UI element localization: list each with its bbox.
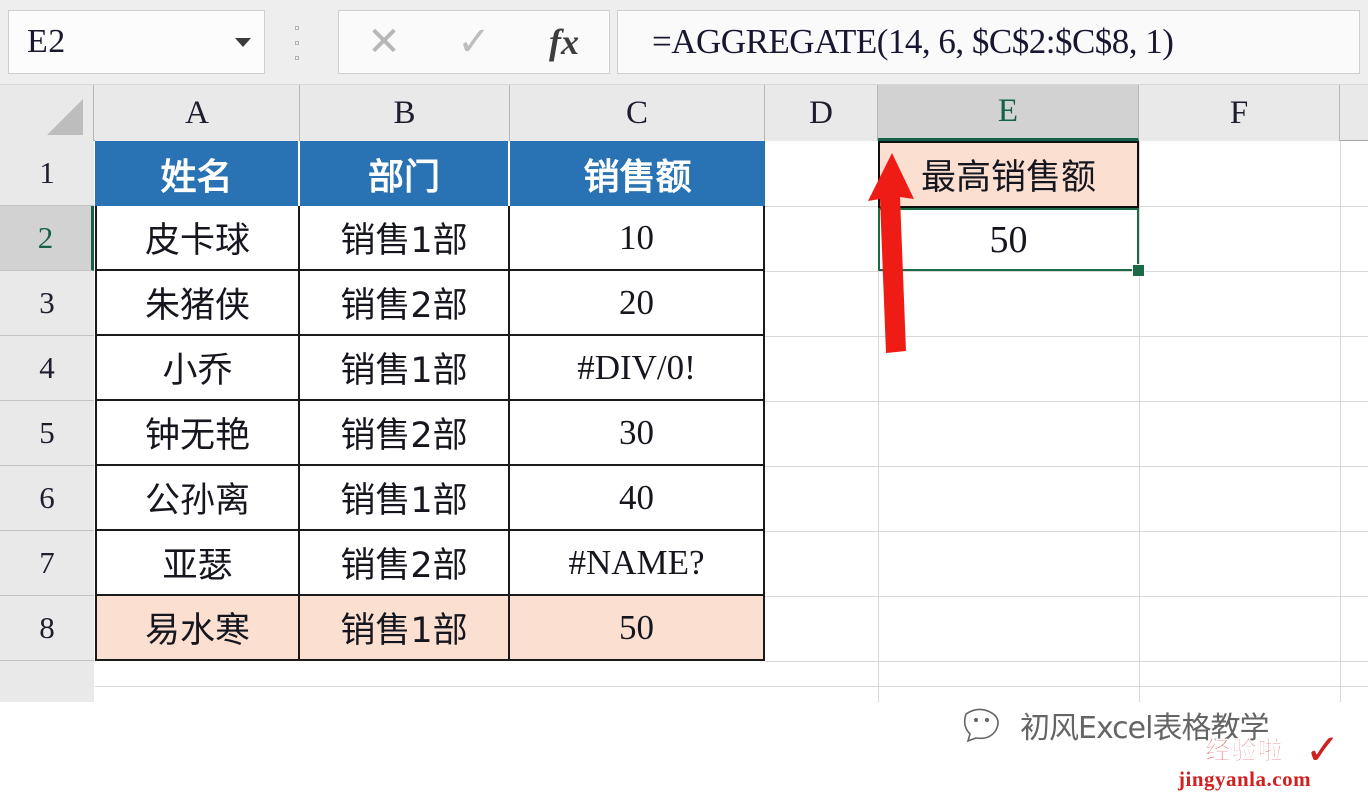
formula-input[interactable]: =AGGREGATE(14, 6, $C$2:$C$8, 1) xyxy=(617,10,1360,74)
table-row[interactable]: 皮卡球 xyxy=(95,206,300,271)
table-row[interactable]: 易水寒 xyxy=(95,596,300,661)
table-row[interactable]: 30 xyxy=(510,401,765,466)
table-row[interactable]: 20 xyxy=(510,271,765,336)
spreadsheet-grid[interactable]: A B C D E F 1 2 3 4 5 6 7 8 姓名 部门 销售额 皮卡… xyxy=(0,85,1368,791)
column-header-e[interactable]: E xyxy=(878,85,1139,141)
column-header-f[interactable]: F xyxy=(1139,85,1340,141)
column-header-d[interactable]: D xyxy=(765,85,878,141)
table-row[interactable]: 公孙离 xyxy=(95,466,300,531)
red-check-icon: ✓ xyxy=(1305,725,1341,774)
row-header-9[interactable] xyxy=(0,661,94,702)
column-header-a[interactable]: A xyxy=(95,85,300,141)
gridline xyxy=(1139,141,1140,702)
row-header-6[interactable]: 6 xyxy=(0,466,94,531)
grip-dot xyxy=(295,26,299,30)
table-header-sales[interactable]: 销售额 xyxy=(510,141,765,206)
name-box[interactable]: E2 xyxy=(8,10,265,74)
table-row[interactable]: #NAME? xyxy=(510,531,765,596)
watermark-site-cn: 经验啦 xyxy=(1205,736,1284,766)
watermark-site-url: jingyanla.com xyxy=(1178,767,1312,791)
gridline xyxy=(765,661,1368,662)
table-row[interactable]: 10 xyxy=(510,206,765,271)
table-row[interactable]: 销售2部 xyxy=(300,271,510,336)
red-up-arrow-icon xyxy=(868,153,914,353)
row-header-1[interactable]: 1 xyxy=(0,141,94,206)
formula-bar-grip-handle[interactable] xyxy=(292,26,302,60)
column-header-c[interactable]: C xyxy=(510,85,765,141)
row-header-5[interactable]: 5 xyxy=(0,401,94,466)
wechat-smiley-icon xyxy=(963,708,999,743)
formula-bar-strip: E2 ✕ ✓ fx =AGGREGATE(14, 6, $C$2:$C$8, 1… xyxy=(0,0,1368,85)
cancel-x-icon[interactable]: ✕ xyxy=(339,11,429,73)
table-row[interactable]: 销售1部 xyxy=(300,206,510,271)
column-header-b[interactable]: B xyxy=(300,85,510,141)
select-all-triangle-icon xyxy=(47,99,83,135)
gridline xyxy=(765,531,1368,532)
gridline xyxy=(765,466,1368,467)
gridline xyxy=(765,401,1368,402)
table-row[interactable]: 朱猪侠 xyxy=(95,271,300,336)
fill-handle[interactable] xyxy=(1132,264,1145,277)
gridline xyxy=(1340,141,1341,702)
row-header-3[interactable]: 3 xyxy=(0,271,94,336)
fx-icon[interactable]: fx xyxy=(519,11,609,73)
watermark-site: 经验啦 jingyanla.com xyxy=(1178,731,1311,792)
watermark-text: 初风Excel表格教学 xyxy=(1020,711,1269,746)
table-header-name[interactable]: 姓名 xyxy=(95,141,300,206)
table-row[interactable]: 钟无艳 xyxy=(95,401,300,466)
gridline xyxy=(95,686,1368,687)
name-box-value: E2 xyxy=(27,23,66,60)
table-row[interactable]: 销售1部 xyxy=(300,466,510,531)
table-row[interactable]: 40 xyxy=(510,466,765,531)
formula-action-buttons: ✕ ✓ fx xyxy=(338,10,610,74)
formula-text: =AGGREGATE(14, 6, $C$2:$C$8, 1) xyxy=(652,22,1174,61)
row-header-7[interactable]: 7 xyxy=(0,531,94,596)
table-row[interactable]: 50 xyxy=(510,596,765,661)
table-row[interactable]: 亚瑟 xyxy=(95,531,300,596)
grip-dot xyxy=(295,41,299,45)
row-header-band: 1 2 3 4 5 6 7 8 xyxy=(0,141,94,702)
row-header-4[interactable]: 4 xyxy=(0,336,94,401)
column-header-band: A B C D E F xyxy=(0,85,1368,141)
watermark: 初风Excel表格教学 xyxy=(960,703,1269,747)
select-all-corner[interactable] xyxy=(0,85,94,141)
table-header-dept[interactable]: 部门 xyxy=(300,141,510,206)
grip-dot xyxy=(295,56,299,60)
table-row[interactable]: 销售1部 xyxy=(300,336,510,401)
row-header-2[interactable]: 2 xyxy=(0,206,94,271)
enter-check-icon[interactable]: ✓ xyxy=(429,11,519,73)
table-row[interactable]: 小乔 xyxy=(95,336,300,401)
row-header-8[interactable]: 8 xyxy=(0,596,94,661)
table-row[interactable]: 销售2部 xyxy=(300,531,510,596)
chevron-down-icon[interactable] xyxy=(222,11,264,73)
table-row[interactable]: #DIV/0! xyxy=(510,336,765,401)
table-row[interactable]: 销售2部 xyxy=(300,401,510,466)
table-row[interactable]: 销售1部 xyxy=(300,596,510,661)
gridline xyxy=(765,596,1368,597)
